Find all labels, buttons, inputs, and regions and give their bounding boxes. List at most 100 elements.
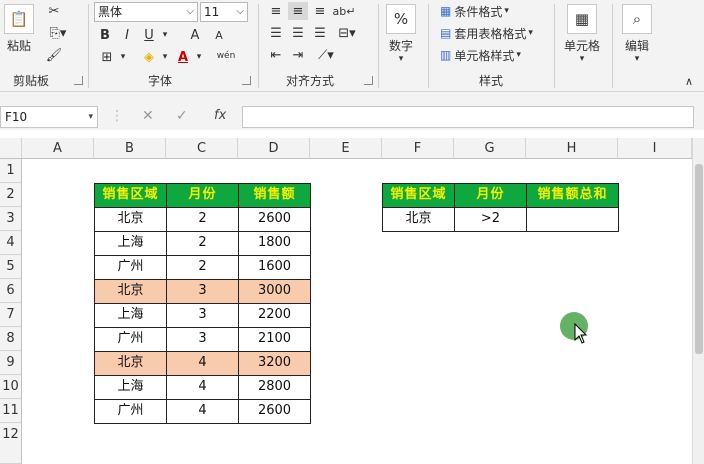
criteria-header-cell[interactable]: 月份 (454, 183, 527, 208)
table-cell[interactable]: 3000 (238, 279, 311, 304)
row-header[interactable]: 8 (0, 327, 22, 351)
table-header-cell[interactable]: 月份 (166, 183, 239, 208)
table-header-cell[interactable]: 销售区域 (94, 183, 167, 208)
table-cell[interactable]: 上海 (94, 231, 167, 256)
table-cell[interactable]: 上海 (94, 375, 167, 400)
border-dropdown-icon[interactable]: ▾ (118, 48, 128, 66)
conditional-format-button[interactable]: ▦ 条件格式 ▾ (440, 2, 509, 20)
criteria-cell[interactable]: >2 (454, 207, 527, 232)
row-header[interactable]: 4 (0, 231, 22, 255)
shrink-font-button[interactable]: A (210, 26, 228, 44)
row-header[interactable]: 7 (0, 303, 22, 327)
collapse-ribbon-icon[interactable]: ∧ (682, 74, 696, 88)
font-size-combo[interactable]: 11 ⌵ (200, 2, 248, 22)
number-format-button[interactable]: % 数字 ▾ (386, 4, 416, 64)
column-header[interactable]: C (166, 138, 238, 159)
align-middle-icon[interactable]: ≡ (288, 2, 308, 20)
formula-input[interactable] (242, 106, 694, 128)
column-header[interactable]: G (454, 138, 526, 159)
table-cell[interactable]: 2100 (238, 327, 311, 352)
table-cell[interactable]: 3 (166, 303, 239, 328)
align-right-icon[interactable]: ☰ (310, 24, 330, 42)
table-cell[interactable]: 上海 (94, 303, 167, 328)
align-bottom-icon[interactable]: ≡ (310, 2, 330, 20)
insert-function-icon[interactable]: fx (214, 108, 226, 123)
decrease-indent-icon[interactable]: ⇤ (266, 46, 286, 64)
table-cell[interactable]: 1600 (238, 255, 311, 280)
row-header[interactable]: 9 (0, 351, 22, 375)
table-cell[interactable]: 3 (166, 327, 239, 352)
table-cell[interactable]: 4 (166, 375, 239, 400)
cells-button[interactable]: ▦ 单元格 ▾ (564, 4, 600, 64)
underline-dropdown-icon[interactable]: ▾ (160, 26, 170, 44)
table-cell[interactable]: 北京 (94, 207, 167, 232)
align-center-icon[interactable]: ☰ (288, 24, 308, 42)
column-header[interactable]: D (238, 138, 310, 159)
grow-font-button[interactable]: A (186, 26, 204, 44)
editing-button[interactable]: ⌕ 编辑 ▾ (622, 4, 652, 64)
bold-button[interactable]: B (96, 26, 114, 44)
cut-icon[interactable]: ✂ (44, 2, 64, 20)
table-cell[interactable]: 2 (166, 207, 239, 232)
name-box[interactable]: F10 ▾ (0, 106, 98, 128)
criteria-cell[interactable] (526, 207, 619, 232)
row-header[interactable]: 2 (0, 183, 22, 207)
cell-styles-button[interactable]: ▥ 单元格样式 ▾ (440, 46, 521, 64)
italic-button[interactable]: I (118, 26, 136, 44)
row-header[interactable]: 10 (0, 375, 22, 399)
row-header[interactable]: 1 (0, 159, 22, 183)
border-icon[interactable]: ⊞ (96, 48, 118, 66)
copy-icon[interactable]: ⎘▾ (44, 24, 72, 42)
table-cell[interactable]: 广州 (94, 327, 167, 352)
table-cell[interactable]: 2600 (238, 399, 311, 424)
format-painter-icon[interactable]: 🖌 (44, 46, 64, 64)
table-cell[interactable]: 2800 (238, 375, 311, 400)
table-cell[interactable]: 2 (166, 231, 239, 256)
wrap-text-icon[interactable]: ab↵ (333, 2, 356, 20)
criteria-header-cell[interactable]: 销售区域 (382, 183, 455, 208)
font-name-combo[interactable]: 黑体 ⌵ (94, 2, 198, 22)
orientation-icon[interactable]: ⟋▾ (312, 46, 340, 64)
merge-center-icon[interactable]: ⊟▾ (334, 24, 360, 42)
underline-button[interactable]: U (140, 26, 158, 44)
row-header[interactable]: 11 (0, 399, 22, 423)
table-cell[interactable]: 4 (166, 399, 239, 424)
column-header[interactable]: B (94, 138, 166, 159)
column-header[interactable]: I (618, 138, 692, 159)
select-all-corner[interactable] (0, 138, 22, 159)
table-cell[interactable]: 广州 (94, 255, 167, 280)
row-header[interactable]: 3 (0, 207, 22, 231)
font-launcher[interactable] (242, 76, 251, 85)
increase-indent-icon[interactable]: ⇥ (288, 46, 308, 64)
criteria-header-cell[interactable]: 销售额总和 (526, 183, 619, 208)
table-cell[interactable]: 广州 (94, 399, 167, 424)
clipboard-launcher[interactable] (74, 76, 83, 85)
font-color-icon[interactable]: A (174, 48, 192, 66)
vertical-scrollbar[interactable] (692, 138, 704, 464)
table-cell[interactable]: 1800 (238, 231, 311, 256)
table-header-cell[interactable]: 销售额 (238, 183, 311, 208)
column-header[interactable]: H (526, 138, 618, 159)
row-header[interactable]: 6 (0, 279, 22, 303)
fill-color-icon[interactable]: ◈ (140, 48, 158, 66)
column-header[interactable]: F (382, 138, 454, 159)
column-header[interactable]: A (22, 138, 94, 159)
format-as-table-button[interactable]: ▤ 套用表格格式 ▾ (440, 24, 533, 42)
column-header[interactable]: E (310, 138, 382, 159)
cancel-icon[interactable]: ✕ (142, 108, 154, 124)
fill-dropdown-icon[interactable]: ▾ (160, 48, 170, 66)
table-cell[interactable]: 北京 (94, 351, 167, 376)
table-cell[interactable]: 北京 (94, 279, 167, 304)
table-cell[interactable]: 3200 (238, 351, 311, 376)
row-header[interactable]: 5 (0, 255, 22, 279)
row-header[interactable]: 12 (0, 423, 22, 464)
align-top-icon[interactable]: ≡ (266, 2, 286, 20)
alignment-launcher[interactable] (364, 76, 373, 85)
paste-button[interactable]: 📋 粘贴 (4, 4, 34, 54)
enter-icon[interactable]: ✓ (176, 108, 188, 124)
table-cell[interactable]: 4 (166, 351, 239, 376)
table-cell[interactable]: 2 (166, 255, 239, 280)
phonetic-button[interactable]: wén (214, 46, 238, 66)
table-cell[interactable]: 2600 (238, 207, 311, 232)
table-cell[interactable]: 2200 (238, 303, 311, 328)
